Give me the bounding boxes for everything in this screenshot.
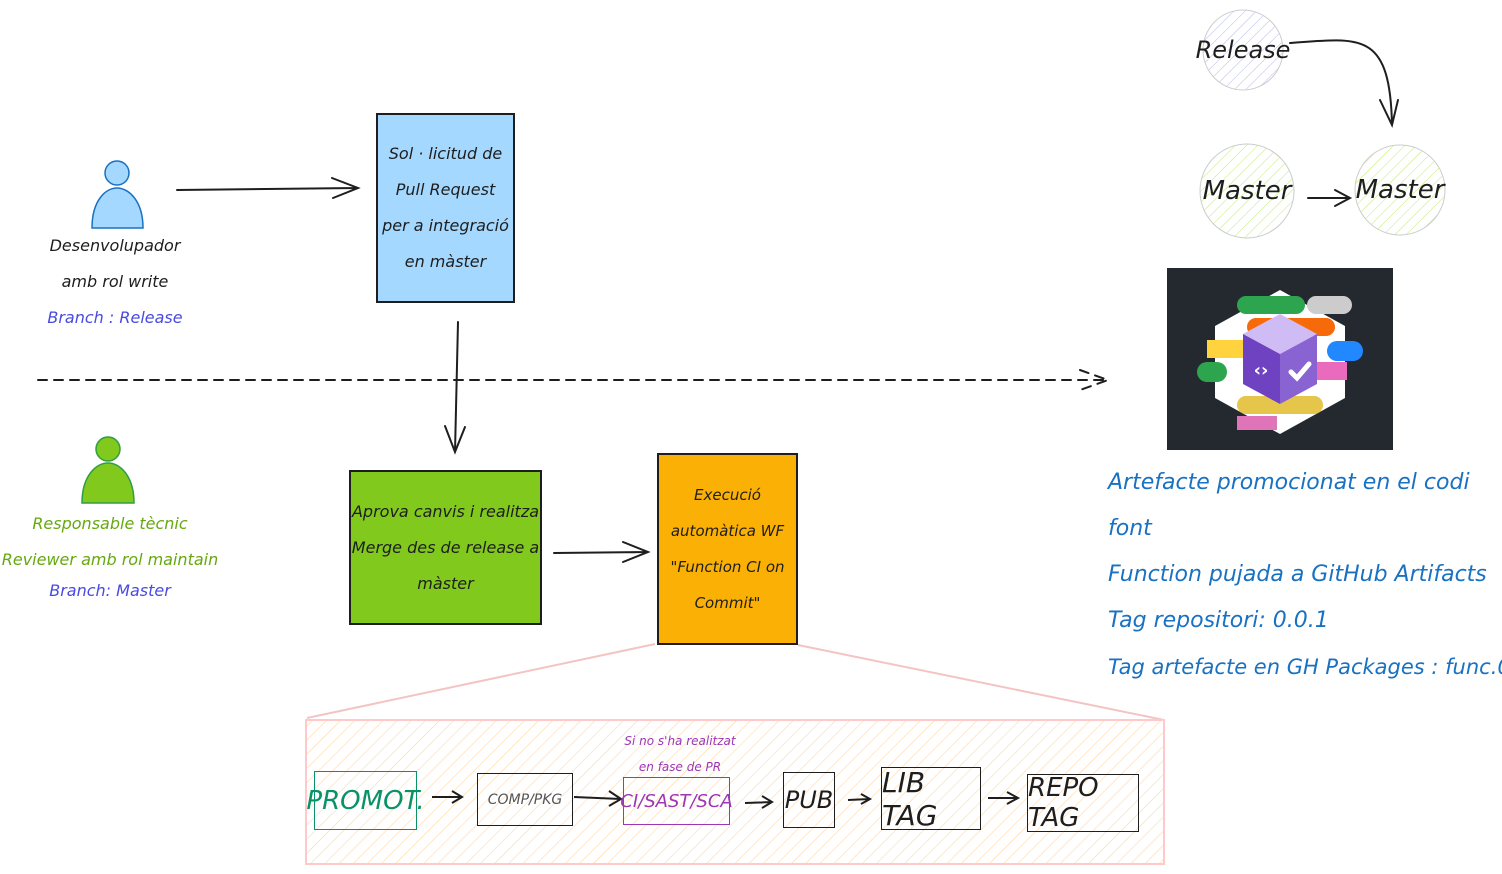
- reviewer-user-icon: [81, 436, 135, 504]
- release-branch-node: Release: [1195, 36, 1291, 64]
- info-line: Tag artefacte en GH Packages : func.0.0.…: [1108, 655, 1502, 679]
- stage-ci-sast-sca: CI/SAST/SCA: [620, 777, 733, 825]
- arrow-merge-to-wf: [553, 541, 651, 563]
- pull-request-box: Sol · licitud de Pull Request per a integr…: [376, 113, 515, 303]
- stage-comp-pkg: COMP/PKG: [477, 773, 573, 826]
- developer-role: Desenvolupador: [49, 236, 181, 255]
- arrow-release-to-master: [1289, 39, 1399, 128]
- developer-user-icon: [91, 160, 144, 229]
- developer-branch: Branch : Release: [47, 308, 183, 327]
- reviewer-permission: Reviewer amb rol maintain: [1, 550, 219, 569]
- info-line: Artefacte promocionat en el codi font: [1108, 470, 1470, 541]
- stage-promot: PROMOT.: [306, 771, 425, 830]
- reviewer-role: Responsable tècnic: [32, 514, 188, 533]
- master-branch-node-target: Master: [1355, 175, 1445, 205]
- artifact-info: Artefacte promocionat en el codi font Fu…: [1108, 460, 1502, 690]
- arrow-pr-to-merge: [444, 321, 466, 455]
- arrow-dev-to-pr: [176, 177, 361, 199]
- developer-label: Desenvolupador amb rol write Branch : Re…: [30, 228, 200, 336]
- master-branch-node-source: Master: [1202, 176, 1292, 206]
- reviewer-label: Responsable tècnic Reviewer amb rol main…: [0, 506, 220, 604]
- merge-box: Aprova canvis i realitza Merge des de rel…: [349, 470, 542, 625]
- github-artifacts-icon: ‹›: [1167, 268, 1393, 450]
- stage-repo-tag: REPO TAG: [1027, 773, 1139, 833]
- dashed-separator-arrow: [37, 369, 1111, 391]
- developer-permission: amb rol write: [61, 272, 169, 291]
- info-line: Function pujada a GitHub Artifacts: [1108, 562, 1487, 587]
- arrow-master-to-master: [1307, 189, 1353, 207]
- svg-text:‹›: ‹›: [1254, 360, 1269, 381]
- reviewer-branch: Branch: Master: [49, 581, 171, 600]
- info-line: Tag repositori: 0.0.1: [1108, 608, 1329, 633]
- pipeline-note: Si no s'ha realitzat en fase de PR: [624, 734, 736, 774]
- workflow-box: Execució automàtica WF "Function CI on Comm…: [657, 453, 798, 645]
- stage-pub: PUB: [783, 772, 835, 828]
- stage-lib-tag: LIB TAG: [881, 766, 981, 832]
